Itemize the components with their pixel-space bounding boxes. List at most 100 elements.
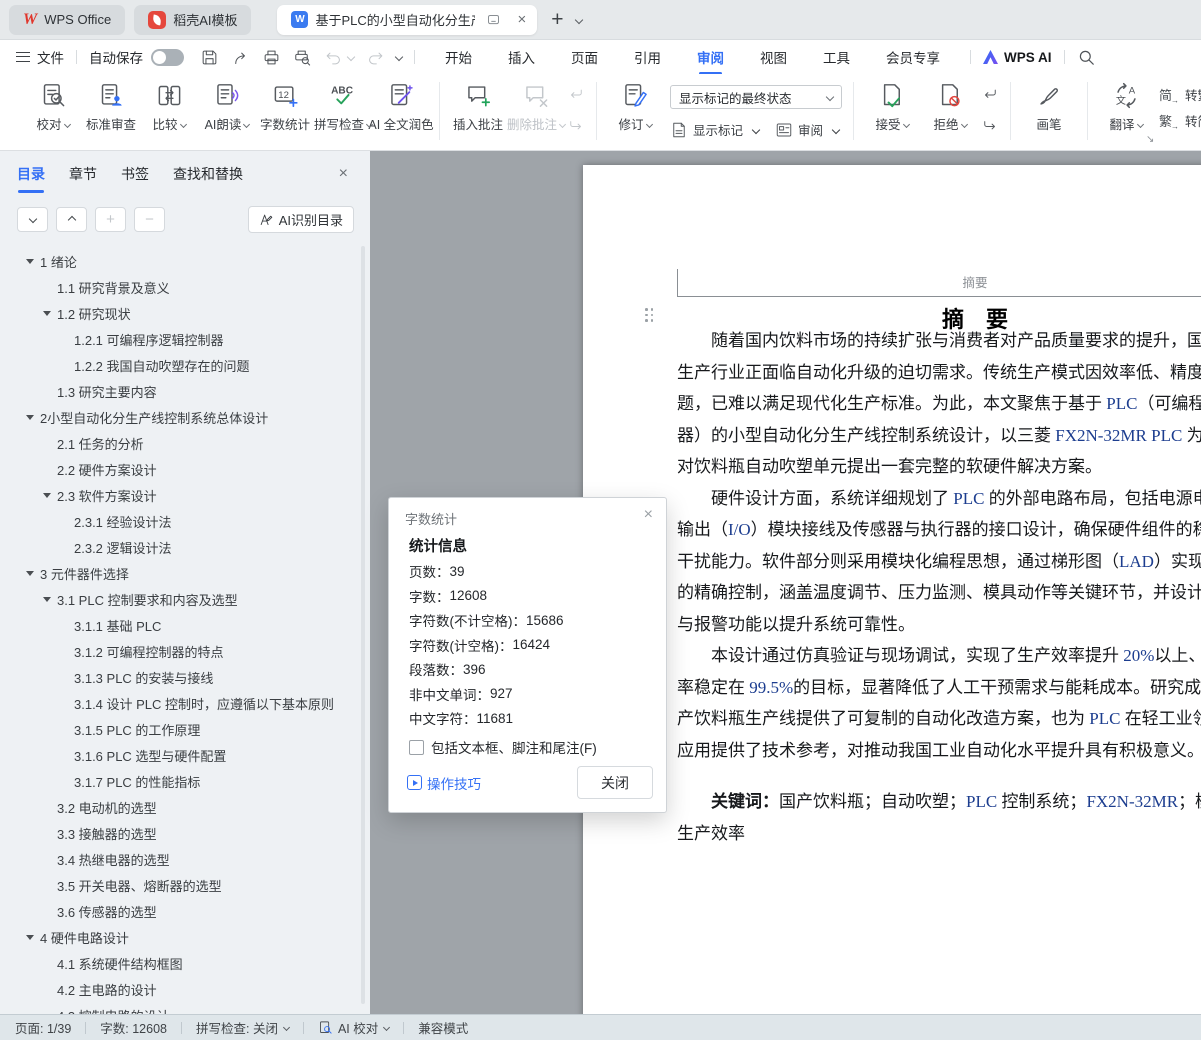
close-dialog-icon[interactable]: × — [644, 506, 653, 524]
ai-read-aloud-button[interactable]: AI朗读 — [203, 82, 251, 133]
file-menu[interactable]: 文件 — [37, 47, 64, 67]
menu-tab[interactable]: 工具 — [821, 39, 852, 75]
close-button[interactable]: 关闭 — [577, 766, 653, 799]
toc-item[interactable]: 3.1 PLC 控制要求和内容及选型 — [0, 586, 370, 612]
toc-item[interactable]: 1.2.2 我国自动吹塑存在的问题 — [0, 352, 370, 378]
toc-item[interactable]: 3.1.5 PLC 的工作原理 — [0, 716, 370, 742]
toc-item[interactable]: 2.3.1 经验设计法 — [0, 508, 370, 534]
toc-item[interactable]: 2.3 软件方案设计 — [0, 482, 370, 508]
tab-current-document[interactable]: W 基于PLC的小型自动化分生产 × — [277, 5, 537, 35]
redo-button[interactable] — [360, 44, 391, 71]
tab-docer-templates[interactable]: 稻壳AI模板 — [134, 5, 251, 35]
print-preview-button[interactable] — [287, 44, 318, 71]
quick-access-chevron-icon[interactable] — [395, 53, 403, 61]
search-icon[interactable] — [1077, 48, 1096, 67]
accept-change-button[interactable]: 接受 — [868, 82, 916, 133]
sidebar-tab[interactable]: 目录 — [17, 164, 45, 193]
next-change-icon[interactable] — [981, 113, 999, 131]
wps-ai-button[interactable]: WPS AI — [983, 50, 1052, 65]
previous-comment-icon[interactable] — [567, 86, 585, 104]
spell-check-button[interactable]: ABC 拼写检查 — [319, 82, 367, 133]
expand-arrow-icon[interactable] — [43, 492, 57, 498]
to-traditional-button[interactable]: 简→ 转繁 — [1159, 85, 1201, 104]
next-heading-button[interactable] — [17, 207, 48, 232]
expand-all-button[interactable]: + — [95, 207, 126, 232]
review-mode-button[interactable]: 审阅 — [775, 120, 839, 139]
toc-item[interactable]: 2.1 任务的分析 — [0, 430, 370, 456]
toc-item[interactable]: 3.1.2 可编程控制器的特点 — [0, 638, 370, 664]
include-footnotes-option[interactable]: 包括文本框、脚注和尾注(F) — [409, 737, 597, 757]
next-comment-icon[interactable] — [567, 113, 585, 131]
word-count-indicator[interactable]: 字数: 12608 — [100, 1018, 167, 1037]
expand-arrow-icon[interactable] — [26, 414, 40, 420]
sidebar-tab[interactable]: 查找和替换 — [173, 164, 243, 193]
toc-item[interactable]: 3 元件器件选择 — [0, 560, 370, 586]
toc-item[interactable]: 3.1.3 PLC 的安装与接线 — [0, 664, 370, 690]
tips-link[interactable]: 操作技巧 — [407, 773, 481, 793]
new-tab-icon[interactable]: + — [551, 8, 563, 32]
save-button[interactable] — [194, 44, 225, 71]
checkbox-icon[interactable] — [409, 740, 424, 755]
toc-item[interactable]: 1.3 研究主要内容 — [0, 378, 370, 404]
menu-tab[interactable]: 审阅 — [695, 39, 726, 75]
export-button[interactable] — [225, 44, 256, 71]
tab-list-chevron-icon[interactable] — [574, 15, 582, 23]
standard-review-button[interactable]: 标准审查 — [87, 82, 135, 133]
toc-item[interactable]: 1.1 研究背景及意义 — [0, 274, 370, 300]
delete-comment-button[interactable]: 删除批注 — [512, 82, 560, 133]
menu-tab[interactable]: 插入 — [506, 39, 537, 75]
track-changes-button[interactable]: 修订 — [611, 82, 659, 133]
autosave-toggle[interactable] — [151, 49, 184, 66]
to-simplified-button[interactable]: 繁→ 转简 — [1159, 111, 1201, 130]
expand-arrow-icon[interactable] — [43, 596, 57, 602]
pen-button[interactable]: 画笔 — [1025, 82, 1073, 133]
show-markup-button[interactable]: 显示标记 — [670, 120, 759, 139]
toc-item[interactable]: 3.1.1 基础 PLC — [0, 612, 370, 638]
hamburger-icon[interactable] — [16, 52, 30, 62]
toc-item[interactable]: 3.1.7 PLC 的性能指标 — [0, 768, 370, 794]
toc-item[interactable]: 2.2 硬件方案设计 — [0, 456, 370, 482]
expand-arrow-icon[interactable] — [43, 310, 57, 316]
ai-proofread-status[interactable]: AI 校对 — [318, 1018, 389, 1037]
toc-item[interactable]: 3.5 开关电器、熔断器的选型 — [0, 872, 370, 898]
document-body[interactable]: 随着国内饮料市场的持续扩张与消费者对产品质量要求的提升，国产 生产行业正面临自动… — [677, 325, 1201, 849]
menu-tab[interactable]: 引用 — [632, 39, 663, 75]
ai-recognize-toc-button[interactable]: AI识别目录 — [248, 206, 354, 233]
toc-item[interactable]: 3.1.6 PLC 选型与硬件配置 — [0, 742, 370, 768]
toc-item[interactable]: 3.2 电动机的选型 — [0, 794, 370, 820]
previous-heading-button[interactable] — [56, 207, 87, 232]
menu-tab[interactable]: 页面 — [569, 39, 600, 75]
spell-check-status[interactable]: 拼写检查: 关闭 — [196, 1018, 289, 1037]
toc-item[interactable]: 4.3 控制电路的设计 — [0, 1002, 370, 1014]
sidebar-tab[interactable]: 章节 — [69, 164, 97, 193]
expand-arrow-icon[interactable] — [26, 258, 40, 264]
paragraph-drag-handle-icon[interactable] — [645, 308, 656, 325]
insert-comment-button[interactable]: 插入批注 — [454, 82, 502, 133]
collapse-all-button[interactable]: − — [134, 207, 165, 232]
tab-wps-office[interactable]: W WPS Office — [9, 5, 125, 35]
print-button[interactable] — [256, 44, 287, 71]
translate-button[interactable]: 文A 翻译 — [1102, 82, 1150, 133]
toc-item[interactable]: 2小型自动化分生产线控制系统总体设计 — [0, 404, 370, 430]
toc-item[interactable]: 3.4 热继电器的选型 — [0, 846, 370, 872]
toc-item[interactable]: 1 绪论 — [0, 248, 370, 274]
toc-item[interactable]: 2.3.2 逻辑设计法 — [0, 534, 370, 560]
undo-chevron-icon[interactable] — [347, 53, 355, 61]
menu-tab[interactable]: 会员专享 — [884, 39, 942, 75]
document-page[interactable]: 摘要 摘 要 随着国内饮料市场的持续扩张与消费者对产品质量要求的提升，国产 生产… — [583, 165, 1201, 1014]
reject-change-button[interactable]: 拒绝 — [926, 82, 974, 133]
expand-arrow-icon[interactable] — [26, 934, 40, 940]
toc-item[interactable]: 3.3 接触器的选型 — [0, 820, 370, 846]
word-count-button[interactable]: 12 字数统计 — [261, 82, 309, 133]
dialog-launcher-icon[interactable]: ↘ — [1146, 134, 1154, 145]
toc-item[interactable]: 4.1 系统硬件结构框图 — [0, 950, 370, 976]
ai-polish-button[interactable]: AI 全文润色 — [377, 82, 425, 133]
expand-arrow-icon[interactable] — [26, 570, 40, 576]
toc-item[interactable]: 4.2 主电路的设计 — [0, 976, 370, 1002]
markup-state-dropdown[interactable]: 显示标记的最终状态 — [670, 85, 842, 109]
menu-tab[interactable]: 开始 — [443, 39, 474, 75]
compare-button[interactable]: 比较 — [145, 82, 193, 133]
close-tab-icon[interactable]: × — [514, 11, 529, 28]
proofread-button[interactable]: 校对 — [29, 82, 77, 133]
close-sidebar-icon[interactable]: × — [339, 165, 348, 183]
